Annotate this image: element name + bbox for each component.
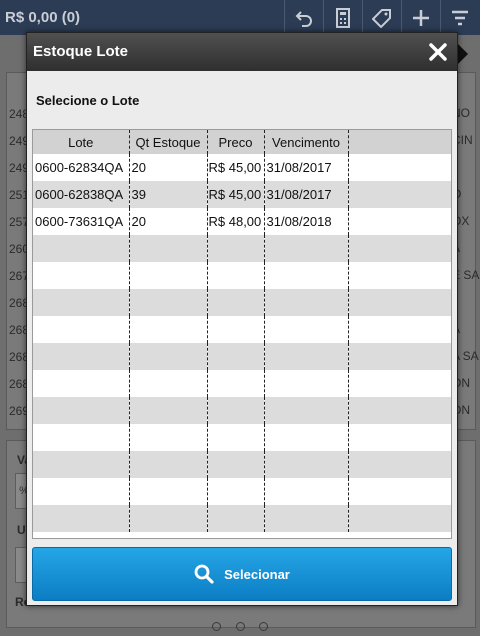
cell-preco: R$ 45,00 (207, 181, 265, 208)
undo-button[interactable] (284, 0, 323, 35)
tag-icon (372, 8, 391, 28)
app-topbar: R$ 0,00 (0) (0, 0, 480, 35)
empty-row (33, 316, 451, 343)
lot-table: Lote Qt Estoque Preco Vencimento 0600-62… (32, 129, 452, 539)
dialog-subtitle: Selecione o Lote (36, 93, 140, 108)
dialog-title: Estoque Lote (33, 43, 129, 60)
cell-preco: R$ 45,00 (207, 154, 265, 181)
cell-vencimento: 31/08/2017 (264, 154, 349, 181)
empty-row (33, 451, 451, 478)
cell-qt-estoque: 39 (129, 181, 208, 208)
calculator-icon (336, 7, 350, 28)
close-button[interactable] (419, 33, 457, 71)
page-indicator (0, 618, 480, 636)
cell-lote: 0600-62838QA (33, 181, 130, 208)
empty-row (33, 262, 451, 289)
cell-lote: 0600-73631QA (33, 208, 130, 235)
tag-button[interactable] (362, 0, 401, 35)
add-button[interactable] (401, 0, 440, 35)
plus-icon (413, 9, 429, 26)
cell-vencimento: 31/08/2018 (264, 208, 349, 235)
table-row[interactable]: 0600-62838QA 39 R$ 45,00 31/08/2017 (33, 181, 451, 208)
filter-icon (452, 10, 468, 25)
undo-icon (295, 10, 312, 27)
search-icon (194, 564, 214, 584)
page-dot (212, 622, 222, 631)
cell-lote: 0600-62834QA (33, 154, 130, 181)
empty-row (33, 397, 451, 424)
cell-qt-estoque: 20 (129, 154, 208, 181)
dialog-header: Estoque Lote (27, 33, 457, 71)
cell-vencimento: 31/08/2017 (264, 181, 349, 208)
column-header-lote[interactable]: Lote (33, 130, 130, 154)
empty-row (33, 424, 451, 451)
select-button[interactable]: Selecionar (32, 547, 452, 601)
calculator-button[interactable] (323, 0, 362, 35)
close-icon (429, 43, 447, 61)
empty-row (33, 370, 451, 397)
column-header-preco[interactable]: Preco (207, 130, 265, 154)
empty-row (33, 235, 451, 262)
cell-preco: R$ 48,00 (207, 208, 265, 235)
empty-row (33, 343, 451, 370)
cell-blank (348, 154, 451, 181)
cell-blank (348, 181, 451, 208)
stock-lot-dialog: Estoque Lote Selecione o Lote Lote Qt Es… (26, 32, 458, 606)
column-header-blank (348, 130, 451, 154)
filter-button[interactable] (440, 0, 479, 35)
page-dot (258, 622, 268, 631)
table-row[interactable]: 0600-73631QA 20 R$ 48,00 31/08/2018 (33, 208, 451, 235)
cell-qt-estoque: 20 (129, 208, 208, 235)
column-header-qt-estoque[interactable]: Qt Estoque (129, 130, 208, 154)
empty-row (33, 505, 451, 532)
column-header-vencimento[interactable]: Vencimento (264, 130, 349, 154)
empty-row (33, 289, 451, 316)
cell-blank (348, 208, 451, 235)
page-dot (235, 622, 245, 631)
empty-row (33, 478, 451, 505)
table-row[interactable]: 0600-62834QA 20 R$ 45,00 31/08/2017 (33, 154, 451, 181)
table-header-row: Lote Qt Estoque Preco Vencimento (33, 130, 451, 154)
select-button-label: Selecionar (224, 566, 290, 582)
cart-total: R$ 0,00 (0) (5, 9, 81, 26)
